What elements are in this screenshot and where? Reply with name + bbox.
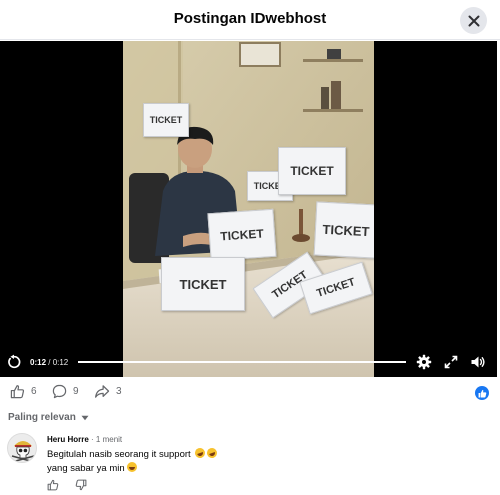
progress-fill <box>78 361 406 363</box>
grin-emoji-icon <box>126 462 137 472</box>
dialog-header: Postingan IDwebhost <box>0 0 500 40</box>
ticket-sign: TICKET <box>161 257 245 311</box>
close-icon <box>468 15 479 26</box>
comment-text: Begitulah nasib seorang it support <box>47 449 194 460</box>
comment-text-line-1: Begitulah nasib seorang it support <box>47 446 219 460</box>
laughing-emoji-icon <box>205 446 219 460</box>
comment-sort-dropdown[interactable]: Paling relevan <box>8 412 89 423</box>
duration: 0:12 <box>52 358 69 367</box>
video-controls: 0:12 / 0:12 <box>0 349 497 377</box>
replay-icon[interactable] <box>6 354 22 370</box>
comment-timestamp[interactable]: · 1 menit <box>89 435 122 444</box>
ticket-sign: TICKET <box>278 147 346 195</box>
share-button[interactable]: 3 <box>94 384 122 399</box>
laughing-emoji-icon <box>193 446 207 460</box>
comment-author[interactable]: Heru Horre <box>47 435 89 444</box>
settings-gear-icon[interactable] <box>416 354 432 370</box>
comment-count: 9 <box>73 386 79 397</box>
post-actions: 6 9 3 <box>0 381 500 405</box>
dialog-title: Postingan IDwebhost <box>173 10 327 27</box>
fullscreen-icon[interactable] <box>443 354 459 370</box>
sort-label: Paling relevan <box>8 412 76 423</box>
current-time: 0:12 <box>30 358 47 367</box>
video-player[interactable]: TICKET TICKET TICKET TICKET TICKET TICKE… <box>0 41 497 377</box>
comment-dislike-icon[interactable] <box>75 479 87 491</box>
like-icon <box>10 385 25 399</box>
like-count: 6 <box>31 386 37 397</box>
comment-text: yang sabar ya min <box>47 463 125 474</box>
video-time: 0:12 / 0:12 <box>30 358 68 367</box>
share-count: 3 <box>116 386 122 397</box>
comment-text-line-2: yang sabar ya min <box>47 462 137 474</box>
comment-icon <box>52 384 67 399</box>
skull-avatar-icon <box>11 441 35 462</box>
volume-icon[interactable] <box>470 354 486 370</box>
like-reaction-icon <box>478 389 486 397</box>
ticket-sign: TICKET <box>207 208 277 262</box>
close-button[interactable] <box>460 7 487 34</box>
share-icon <box>95 385 110 398</box>
comment-button[interactable]: 9 <box>52 384 79 399</box>
like-button[interactable]: 6 <box>10 384 37 399</box>
reaction-summary[interactable] <box>475 386 489 400</box>
ticket-sign: TICKET <box>143 103 189 137</box>
chevron-down-icon <box>81 415 89 420</box>
video-frame: TICKET TICKET TICKET TICKET TICKET TICKE… <box>123 41 374 377</box>
progress-bar[interactable] <box>78 361 406 363</box>
comment-author-line: Heru Horre · 1 menit <box>47 435 122 444</box>
time-separator: / <box>46 358 53 367</box>
avatar[interactable] <box>7 433 37 463</box>
comment-like-icon[interactable] <box>47 479 59 491</box>
ticket-sign: TICKET <box>313 201 374 259</box>
